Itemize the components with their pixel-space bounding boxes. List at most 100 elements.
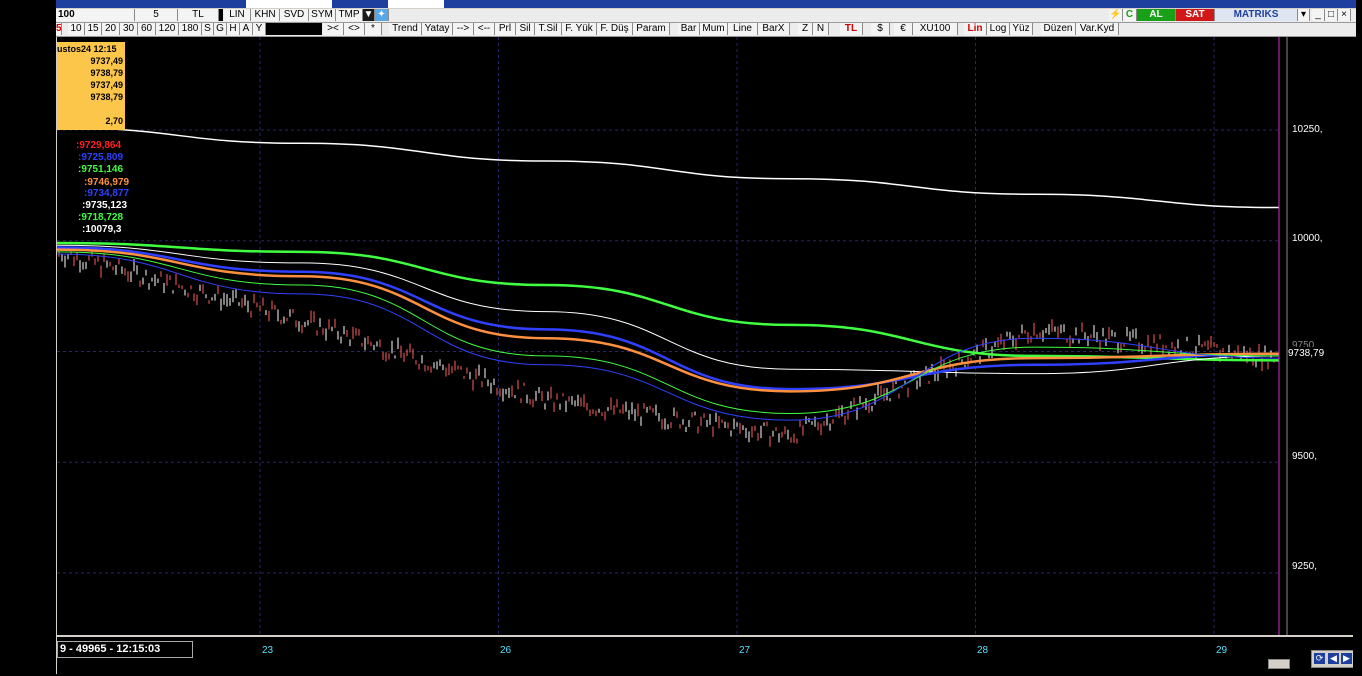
x-label-29: 29 <box>1216 645 1228 656</box>
period-g[interactable]: G <box>214 23 227 35</box>
y-label-9500: 9500, <box>1292 451 1318 462</box>
period-field[interactable]: 5 <box>135 9 178 21</box>
close-icon[interactable]: × <box>1338 9 1351 21</box>
period-h[interactable]: H <box>227 23 240 35</box>
series-line-2 <box>57 244 1280 375</box>
right-margin <box>1353 37 1362 674</box>
period-a[interactable]: A <box>240 23 253 35</box>
tmp-button[interactable]: TMP <box>336 9 363 21</box>
info-high: 9738,79 <box>90 68 123 78</box>
tool-arrow-left[interactable]: <-- <box>474 23 495 35</box>
tool-trend[interactable]: Trend <box>389 23 422 35</box>
buy-button[interactable]: AL <box>1137 9 1176 21</box>
currency-usd[interactable]: $ <box>871 23 890 35</box>
y-label-10000: 10000, <box>1292 233 1323 244</box>
chevron-down-icon-2[interactable]: ▾ <box>1298 9 1310 21</box>
minimize-icon[interactable]: _ <box>1312 9 1325 21</box>
price-chart[interactable] <box>57 37 1353 635</box>
tool-barx[interactable]: BarX <box>758 23 790 35</box>
period-s[interactable]: S <box>202 23 214 35</box>
legend-item-2: :9725,809 <box>78 152 124 163</box>
symbol-field[interactable]: 100 <box>56 9 135 21</box>
chevron-down-icon[interactable]: ▼ <box>363 9 375 21</box>
tool-z[interactable]: Z <box>798 23 813 35</box>
x-label-23: 23 <box>262 645 274 656</box>
left-margin <box>0 0 56 674</box>
tool-star[interactable]: * <box>365 23 382 35</box>
tool-arrow-right[interactable]: --> <box>453 23 474 35</box>
khn-button[interactable]: KHN <box>251 9 280 21</box>
period-y[interactable]: Y <box>253 23 266 35</box>
y-label-10250: 10250, <box>1292 124 1323 135</box>
chart-area[interactable] <box>57 37 1353 635</box>
sym-button[interactable]: SYM <box>309 9 336 21</box>
twitter-bird-icon[interactable]: ✦ <box>375 9 389 21</box>
period-marker[interactable]: 5 <box>56 23 62 35</box>
currency-field[interactable]: TL <box>178 9 219 21</box>
title-field-2[interactable] <box>388 0 444 8</box>
info-open: 9737,49 <box>90 56 123 66</box>
period-180[interactable]: 180 <box>179 23 202 35</box>
series-line-3 <box>57 246 1280 391</box>
current-price-tag: 9738,79 <box>1288 347 1340 360</box>
tool-xu100[interactable]: XU100 <box>913 23 958 35</box>
legend-item-7: :9718,728 <box>78 212 124 223</box>
tool-bar[interactable]: Bar <box>678 23 700 35</box>
ohlc-info-box: ustos24 12:15 9737,49 9738,79 9737,49 97… <box>57 42 125 130</box>
toolbar-top: 100 5 TL LIN KHN SVD SYM TMP ▼ ✦ ⚡ C AL … <box>56 9 1356 23</box>
tool-yatay[interactable]: Yatay <box>422 23 453 35</box>
maximize-icon[interactable]: □ <box>1325 9 1338 21</box>
tool-tsil[interactable]: T.Sil <box>535 23 562 35</box>
tool-n[interactable]: N <box>813 23 829 35</box>
refresh-icon[interactable]: C <box>1123 9 1137 21</box>
currency-tl[interactable]: TL <box>840 23 863 35</box>
tool-duzen[interactable]: Düzen <box>1041 23 1076 35</box>
tool-sil[interactable]: Sil <box>516 23 535 35</box>
scroll-left-icon[interactable]: ◀ <box>1328 653 1339 664</box>
info-low: 9737,49 <box>90 80 123 90</box>
tool-line[interactable]: Line <box>728 23 758 35</box>
toolbar-separator-2 <box>266 23 322 35</box>
scroll-right-icon[interactable]: ▶ <box>1341 653 1352 664</box>
chart-navigation: ⟳ ◀ ▶ <box>1311 650 1355 668</box>
tool-varkyd[interactable]: Var.Kyd <box>1076 23 1119 35</box>
toolbar-separator <box>219 9 223 21</box>
sync-icon[interactable]: ⟳ <box>1314 653 1325 664</box>
lightning-icon[interactable]: ⚡ <box>1109 9 1123 21</box>
tool-fdus[interactable]: F. Düş <box>597 23 633 35</box>
period-120[interactable]: 120 <box>156 23 179 35</box>
period-60[interactable]: 60 <box>138 23 156 35</box>
tool-zoom-out[interactable]: <> <box>344 23 365 35</box>
period-10[interactable]: 10 <box>68 23 85 35</box>
time-axis-bar: 9 - 49965 - 12:15:03 23 26 27 28 29 ⟳ ◀ … <box>57 635 1355 676</box>
lin-button[interactable]: LIN <box>224 9 251 21</box>
tool-zoom-in[interactable]: >< <box>323 23 344 35</box>
info-date: ustos24 12:15 <box>57 44 117 54</box>
tool-mum[interactable]: Mum <box>700 23 728 35</box>
period-15[interactable]: 15 <box>85 23 102 35</box>
horizontal-scrollbar[interactable] <box>1268 659 1290 669</box>
x-label-27: 27 <box>739 645 751 656</box>
info-change: 2,70 <box>105 116 123 126</box>
matriks-chart-window: 100 5 TL LIN KHN SVD SYM TMP ▼ ✦ ⚡ C AL … <box>0 0 1362 676</box>
chart-grid <box>57 37 1279 635</box>
period-20[interactable]: 20 <box>102 23 120 35</box>
series-line-4 <box>57 248 1280 393</box>
info-close: 9738,79 <box>90 92 123 102</box>
tool-param[interactable]: Param <box>633 23 670 35</box>
title-field[interactable] <box>246 0 332 8</box>
svd-button[interactable]: SVD <box>280 9 309 21</box>
currency-eur[interactable]: € <box>894 23 913 35</box>
scale-lin[interactable]: Lin <box>964 23 987 35</box>
toolbar-tools: 5 10 15 20 30 60 120 180 S G H A Y >< <>… <box>56 23 1356 37</box>
sell-button[interactable]: SAT <box>1176 9 1215 21</box>
scale-log[interactable]: Log <box>987 23 1010 35</box>
x-label-28: 28 <box>977 645 989 656</box>
legend-item-1: :9729,864 <box>76 140 122 151</box>
moving-average-series <box>57 127 1280 421</box>
scale-yuz[interactable]: Yüz <box>1010 23 1033 35</box>
tool-prl[interactable]: Prl <box>495 23 516 35</box>
period-30[interactable]: 30 <box>120 23 138 35</box>
series-line-6 <box>57 253 1280 421</box>
tool-fyuk[interactable]: F. Yük <box>562 23 597 35</box>
